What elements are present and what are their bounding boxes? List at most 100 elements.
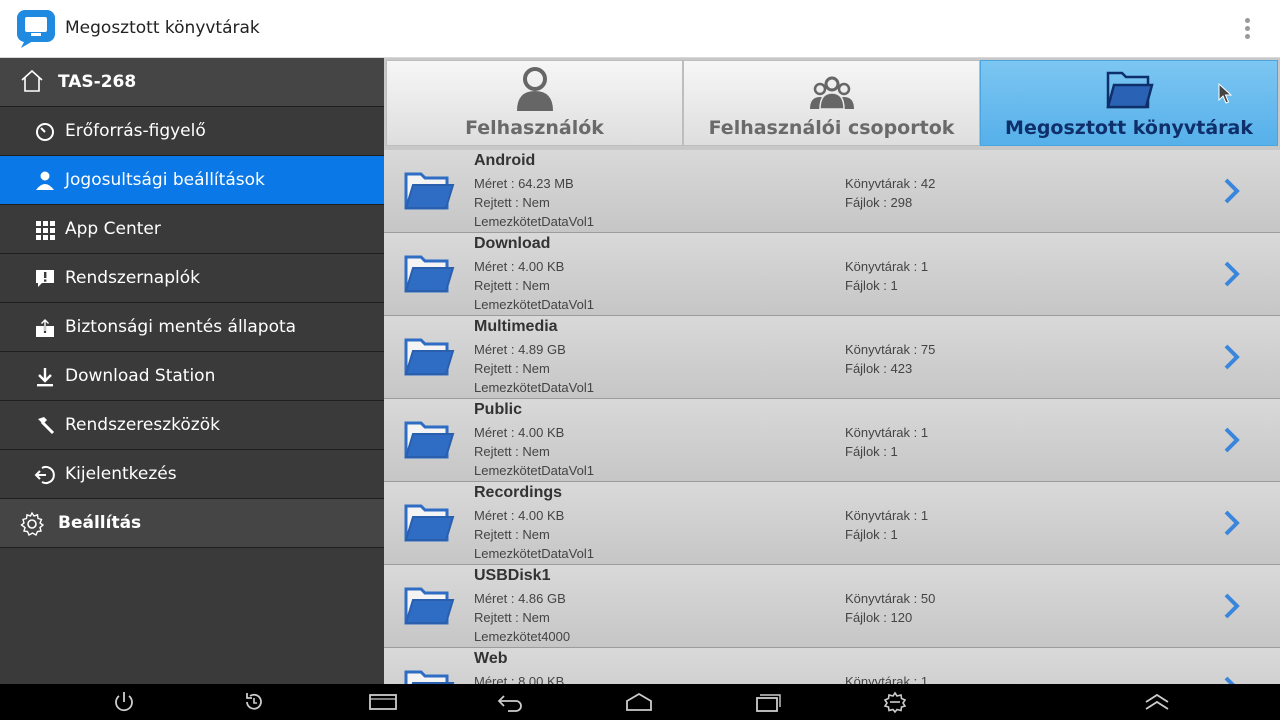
user-icon <box>36 171 54 190</box>
folder-size: Méret : 4.00 KB <box>474 259 565 274</box>
folder-icon <box>404 504 455 542</box>
sidebar-item-logout[interactable]: Kijelentkezés <box>0 450 384 499</box>
chevron-right-icon[interactable] <box>1222 675 1242 684</box>
tab-label: Felhasználói csoportok <box>708 117 955 139</box>
settings-gear-icon[interactable] <box>880 690 910 714</box>
folder-directories: Könyvtárak : 1 <box>845 425 929 440</box>
shared-folder-row[interactable]: Multimedia Méret : 4.89 GB Rejtett : Nem Le… <box>384 316 1280 399</box>
folder-hidden: Rejtett : Nem <box>474 278 550 293</box>
shared-folder-row[interactable]: Recordings Méret : 4.00 KB Rejtett : Nem Le… <box>384 482 1280 565</box>
sidebar-device-home[interactable]: TAS-268 <box>0 58 384 107</box>
folder-directories: Könyvtárak : 75 <box>845 342 936 357</box>
chevron-right-icon[interactable] <box>1222 426 1242 454</box>
folder-volume: LemezkötetDataVol1 <box>474 214 594 229</box>
folder-name: Multimedia <box>474 318 558 335</box>
tab-users[interactable]: Felhasználók <box>386 60 683 146</box>
recent-apps-icon[interactable] <box>752 690 782 714</box>
gauge-icon <box>36 123 54 141</box>
chevron-right-icon[interactable] <box>1222 343 1242 371</box>
chevron-right-icon[interactable] <box>1222 509 1242 537</box>
folder-icon <box>404 338 455 376</box>
app-header: Megosztott könyvtárak <box>0 0 1280 58</box>
folder-size: Méret : 4.00 KB <box>474 508 565 523</box>
shared-folder-row[interactable]: USBDisk1 Méret : 4.86 GB Rejtett : Nem Leme… <box>384 565 1280 648</box>
tab-label: Megosztott könyvtárak <box>1005 117 1253 139</box>
grid-icon <box>36 221 55 240</box>
folder-directories: Könyvtárak : 50 <box>845 591 936 606</box>
folder-files: Fájlok : 298 <box>845 195 913 210</box>
folder-icon <box>404 172 455 210</box>
hammer-icon <box>38 417 55 435</box>
folder-icon <box>404 670 455 684</box>
folder-name: Web <box>474 650 508 667</box>
shared-folder-row[interactable]: Android Méret : 64.23 MB Rejtett : Nem Leme… <box>384 150 1280 233</box>
folder-volume: LemezkötetDataVol1 <box>474 463 594 478</box>
folder-volume: LemezkötetDataVol1 <box>474 380 594 395</box>
folder-icon <box>404 255 455 293</box>
folder-size: Méret : 4.89 GB <box>474 342 566 357</box>
folder-icon <box>404 587 455 625</box>
user-group-icon <box>809 76 854 110</box>
shared-folder-row[interactable]: Download Méret : 4.00 KB Rejtett : Nem Leme… <box>384 233 1280 316</box>
sidebar-item-download-station[interactable]: Download Station <box>0 352 384 401</box>
shared-folder-row[interactable]: Web Méret : 8.00 KB Könyvtárak : 1 <box>384 648 1280 684</box>
system-navigation-bar <box>0 684 1280 720</box>
folder-volume: LemezkötetDataVol1 <box>474 297 594 312</box>
sidebar-item-label: Jogosultsági beállítások <box>65 170 265 190</box>
folder-volume: Lemezkötet4000 <box>474 629 571 644</box>
chevron-right-icon[interactable] <box>1222 177 1242 205</box>
folder-name: USBDisk1 <box>474 567 551 584</box>
shared-folder-row[interactable]: Public Méret : 4.00 KB Rejtett : Nem Lemezk… <box>384 399 1280 482</box>
tab-label: Felhasználók <box>465 117 604 139</box>
sidebar-item-backup-status[interactable]: Biztonsági mentés állapota <box>0 303 384 352</box>
folder-hidden: Rejtett : Nem <box>474 610 550 625</box>
chevron-right-icon[interactable] <box>1222 592 1242 620</box>
mouse-cursor-icon <box>1218 83 1233 104</box>
chevron-up-icon[interactable] <box>1142 690 1172 714</box>
sidebar-item-label: App Center <box>65 219 161 239</box>
download-icon <box>37 368 53 387</box>
sidebar-item-system-logs[interactable]: Rendszernaplók <box>0 254 384 303</box>
sidebar-item-resource-monitor[interactable]: Erőforrás-figyelő <box>0 107 384 156</box>
sidebar-item-privilege-settings[interactable]: Jogosultsági beállítások <box>0 156 384 205</box>
home-icon <box>21 69 43 92</box>
refresh-icon[interactable] <box>241 690 267 714</box>
screenshot-icon[interactable] <box>368 690 398 714</box>
folder-size: Méret : 4.00 KB <box>474 425 565 440</box>
sidebar-item-label: Rendszereszközök <box>65 415 220 435</box>
folder-hidden: Rejtett : Nem <box>474 527 550 542</box>
folder-directories: Könyvtárak : 1 <box>845 508 929 523</box>
chevron-right-icon[interactable] <box>1222 260 1242 288</box>
home-icon[interactable] <box>624 690 654 714</box>
sidebar-item-label: Download Station <box>65 366 216 386</box>
folder-files: Fájlok : 423 <box>845 361 913 376</box>
sidebar-item-settings[interactable]: Beállítás <box>0 499 384 548</box>
sidebar-item-label: Kijelentkezés <box>65 464 177 484</box>
main-panel: Felhasználók Felhasználói csoportok Mego… <box>384 58 1280 684</box>
folder-files: Fájlok : 1 <box>845 527 898 542</box>
folder-hidden: Rejtett : Nem <box>474 195 550 210</box>
folder-directories: Könyvtárak : 1 <box>845 674 929 684</box>
tab-user-groups[interactable]: Felhasználói csoportok <box>683 60 980 146</box>
sidebar-item-label: Rendszernaplók <box>65 268 200 288</box>
power-icon[interactable] <box>111 690 137 714</box>
folder-icon <box>404 421 455 459</box>
sidebar-item-system-tools[interactable]: Rendszereszközök <box>0 401 384 450</box>
sidebar-item-label: Erőforrás-figyelő <box>65 121 206 141</box>
logout-icon <box>34 466 55 484</box>
folder-files: Fájlok : 120 <box>845 610 913 625</box>
folder-name: Download <box>474 235 551 252</box>
folder-hidden: Rejtett : Nem <box>474 444 550 459</box>
sidebar-item-app-center[interactable]: App Center <box>0 205 384 254</box>
device-name: TAS-268 <box>58 72 137 92</box>
folder-size: Méret : 8.00 KB <box>474 674 565 684</box>
folder-size: Méret : 64.23 MB <box>474 176 574 191</box>
gear-icon <box>20 511 45 536</box>
folder-volume: LemezkötetDataVol1 <box>474 546 594 561</box>
overflow-menu-button[interactable] <box>1238 14 1258 44</box>
folder-name: Recordings <box>474 484 563 501</box>
back-icon[interactable] <box>496 690 526 714</box>
folder-name: Android <box>474 152 536 169</box>
folder-name: Public <box>474 401 523 418</box>
settings-label: Beállítás <box>58 513 142 533</box>
